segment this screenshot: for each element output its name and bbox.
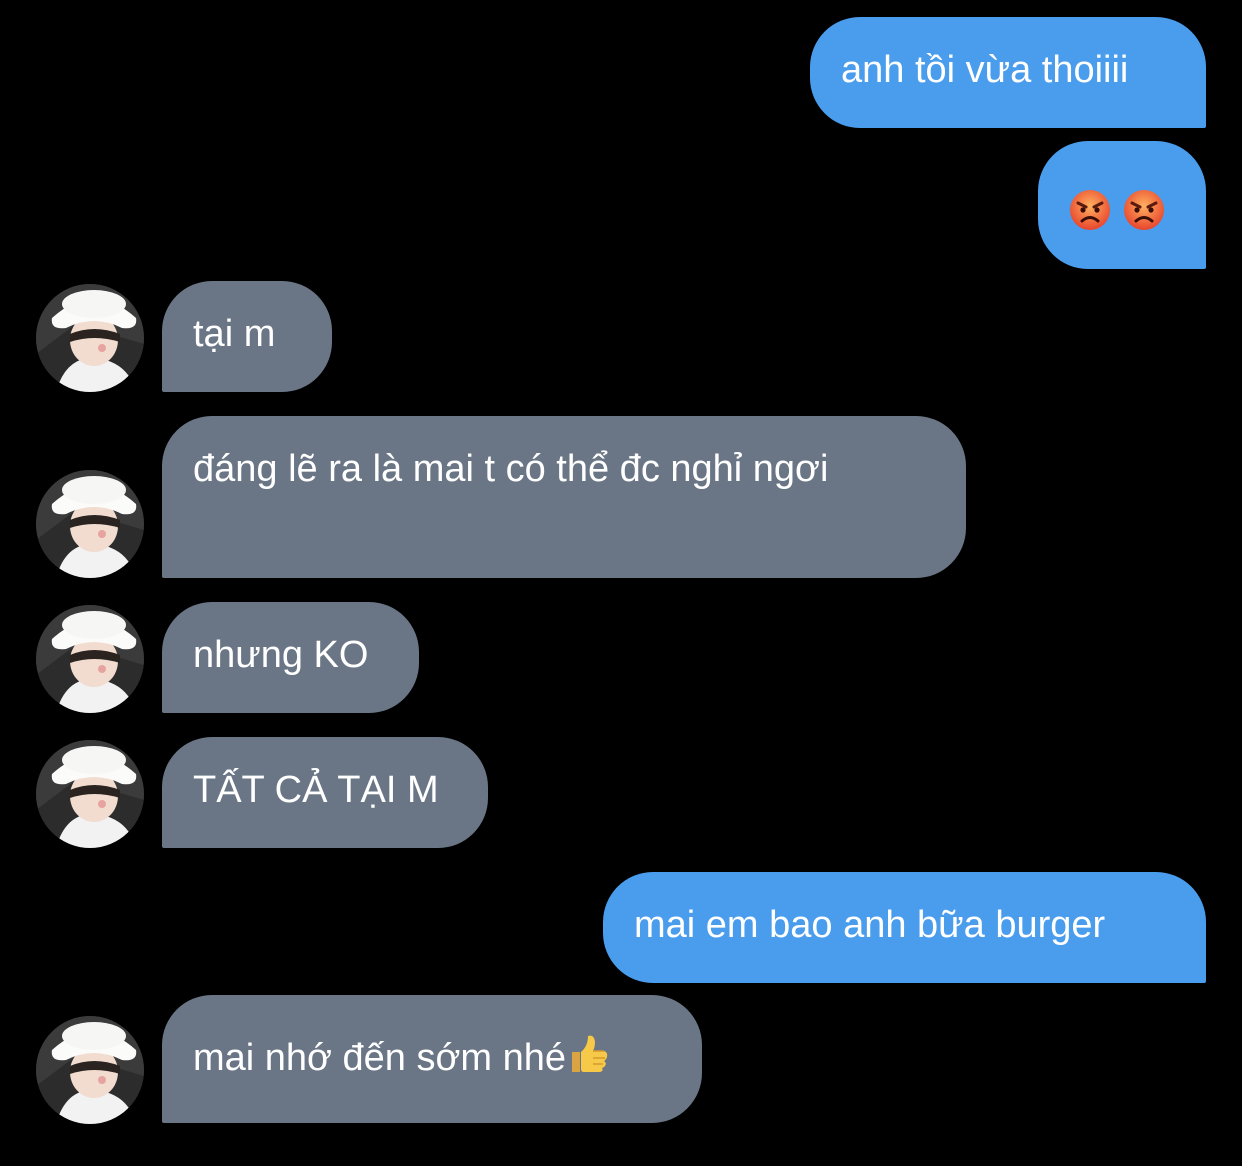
message-text: tại m	[193, 313, 276, 355]
avatar[interactable]	[36, 284, 144, 392]
message-bubble-outgoing[interactable]: mai em bao anh bữa burger	[603, 872, 1206, 983]
message-bubble-incoming[interactable]: TẤT CẢ TẠI M	[162, 737, 488, 848]
message-bubble-incoming[interactable]: nhưng KO	[162, 602, 419, 713]
message-bubble-incoming[interactable]: tại m	[162, 281, 332, 392]
thumbs-up-icon	[572, 1035, 608, 1072]
avatar[interactable]	[36, 740, 144, 848]
message-bubble-outgoing[interactable]	[1038, 141, 1206, 269]
avatar[interactable]	[36, 1016, 144, 1124]
message-text: mai nhớ đến sớm nhé	[193, 1037, 567, 1079]
message-text: TẤT CẢ TẠI M	[193, 769, 439, 811]
message-text: nhưng KO	[193, 634, 369, 676]
angry-face-icon	[1124, 190, 1164, 230]
message-text: đáng lẽ ra là mai t có thể đc nghỉ ngơi	[193, 448, 829, 490]
message-bubble-outgoing[interactable]: anh tồi vừa thoiiii	[810, 17, 1206, 128]
message-text: mai em bao anh bữa burger	[634, 904, 1106, 946]
message-text: anh tồi vừa thoiiii	[841, 49, 1129, 91]
avatar[interactable]	[36, 605, 144, 713]
message-bubble-incoming[interactable]: mai nhớ đến sớm nhé	[162, 995, 702, 1123]
angry-face-icon	[1070, 190, 1110, 230]
avatar[interactable]	[36, 470, 144, 578]
message-bubble-incoming[interactable]: đáng lẽ ra là mai t có thể đc nghỉ ngơi	[162, 416, 966, 578]
chat-thread: anh tồi vừa thoiiii tại m đáng lẽ ra là …	[0, 0, 1242, 1166]
